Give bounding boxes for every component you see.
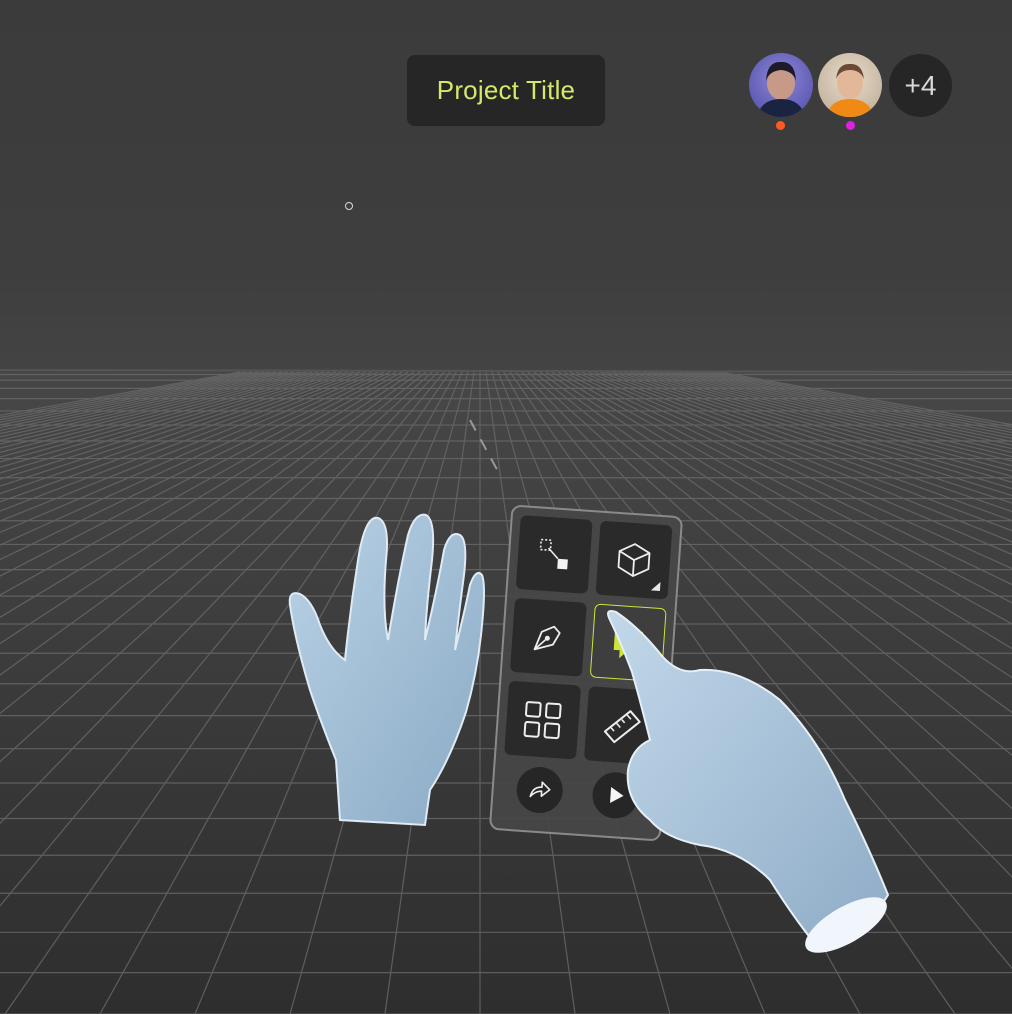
- collaborator-list: +4: [749, 53, 959, 133]
- pointer-cursor: [345, 202, 353, 210]
- comment-tool[interactable]: [589, 603, 667, 683]
- project-title[interactable]: Project Title: [407, 55, 605, 126]
- tool-palette: [488, 504, 684, 842]
- grid-tool[interactable]: [504, 680, 582, 760]
- vr-scene: Project Title +4: [0, 0, 1012, 1014]
- measure-tool[interactable]: [583, 686, 661, 766]
- person-portrait-icon: [757, 61, 805, 117]
- cube-icon: [617, 543, 651, 577]
- person-portrait-icon: [826, 63, 874, 117]
- grid-icon: [523, 701, 562, 740]
- presence-dot: [776, 121, 785, 130]
- select-transform-tool[interactable]: [515, 515, 593, 594]
- 3d-object-tool[interactable]: [595, 520, 673, 600]
- select-transform-icon: [539, 538, 568, 570]
- play-button[interactable]: [590, 770, 641, 820]
- ruler-icon: [603, 710, 641, 744]
- share-icon: [529, 781, 551, 798]
- share-button[interactable]: [515, 765, 565, 815]
- comment-icon: [613, 629, 644, 659]
- pen-tool-icon: [533, 625, 561, 651]
- avatar[interactable]: [818, 53, 882, 117]
- more-collaborators-badge[interactable]: +4: [889, 54, 952, 117]
- floor-grid: [0, 369, 1012, 1014]
- avatar[interactable]: [749, 53, 813, 117]
- play-icon: [609, 787, 624, 803]
- pen-tool[interactable]: [509, 597, 587, 677]
- presence-dot: [846, 121, 855, 130]
- submenu-indicator-icon: [650, 581, 661, 591]
